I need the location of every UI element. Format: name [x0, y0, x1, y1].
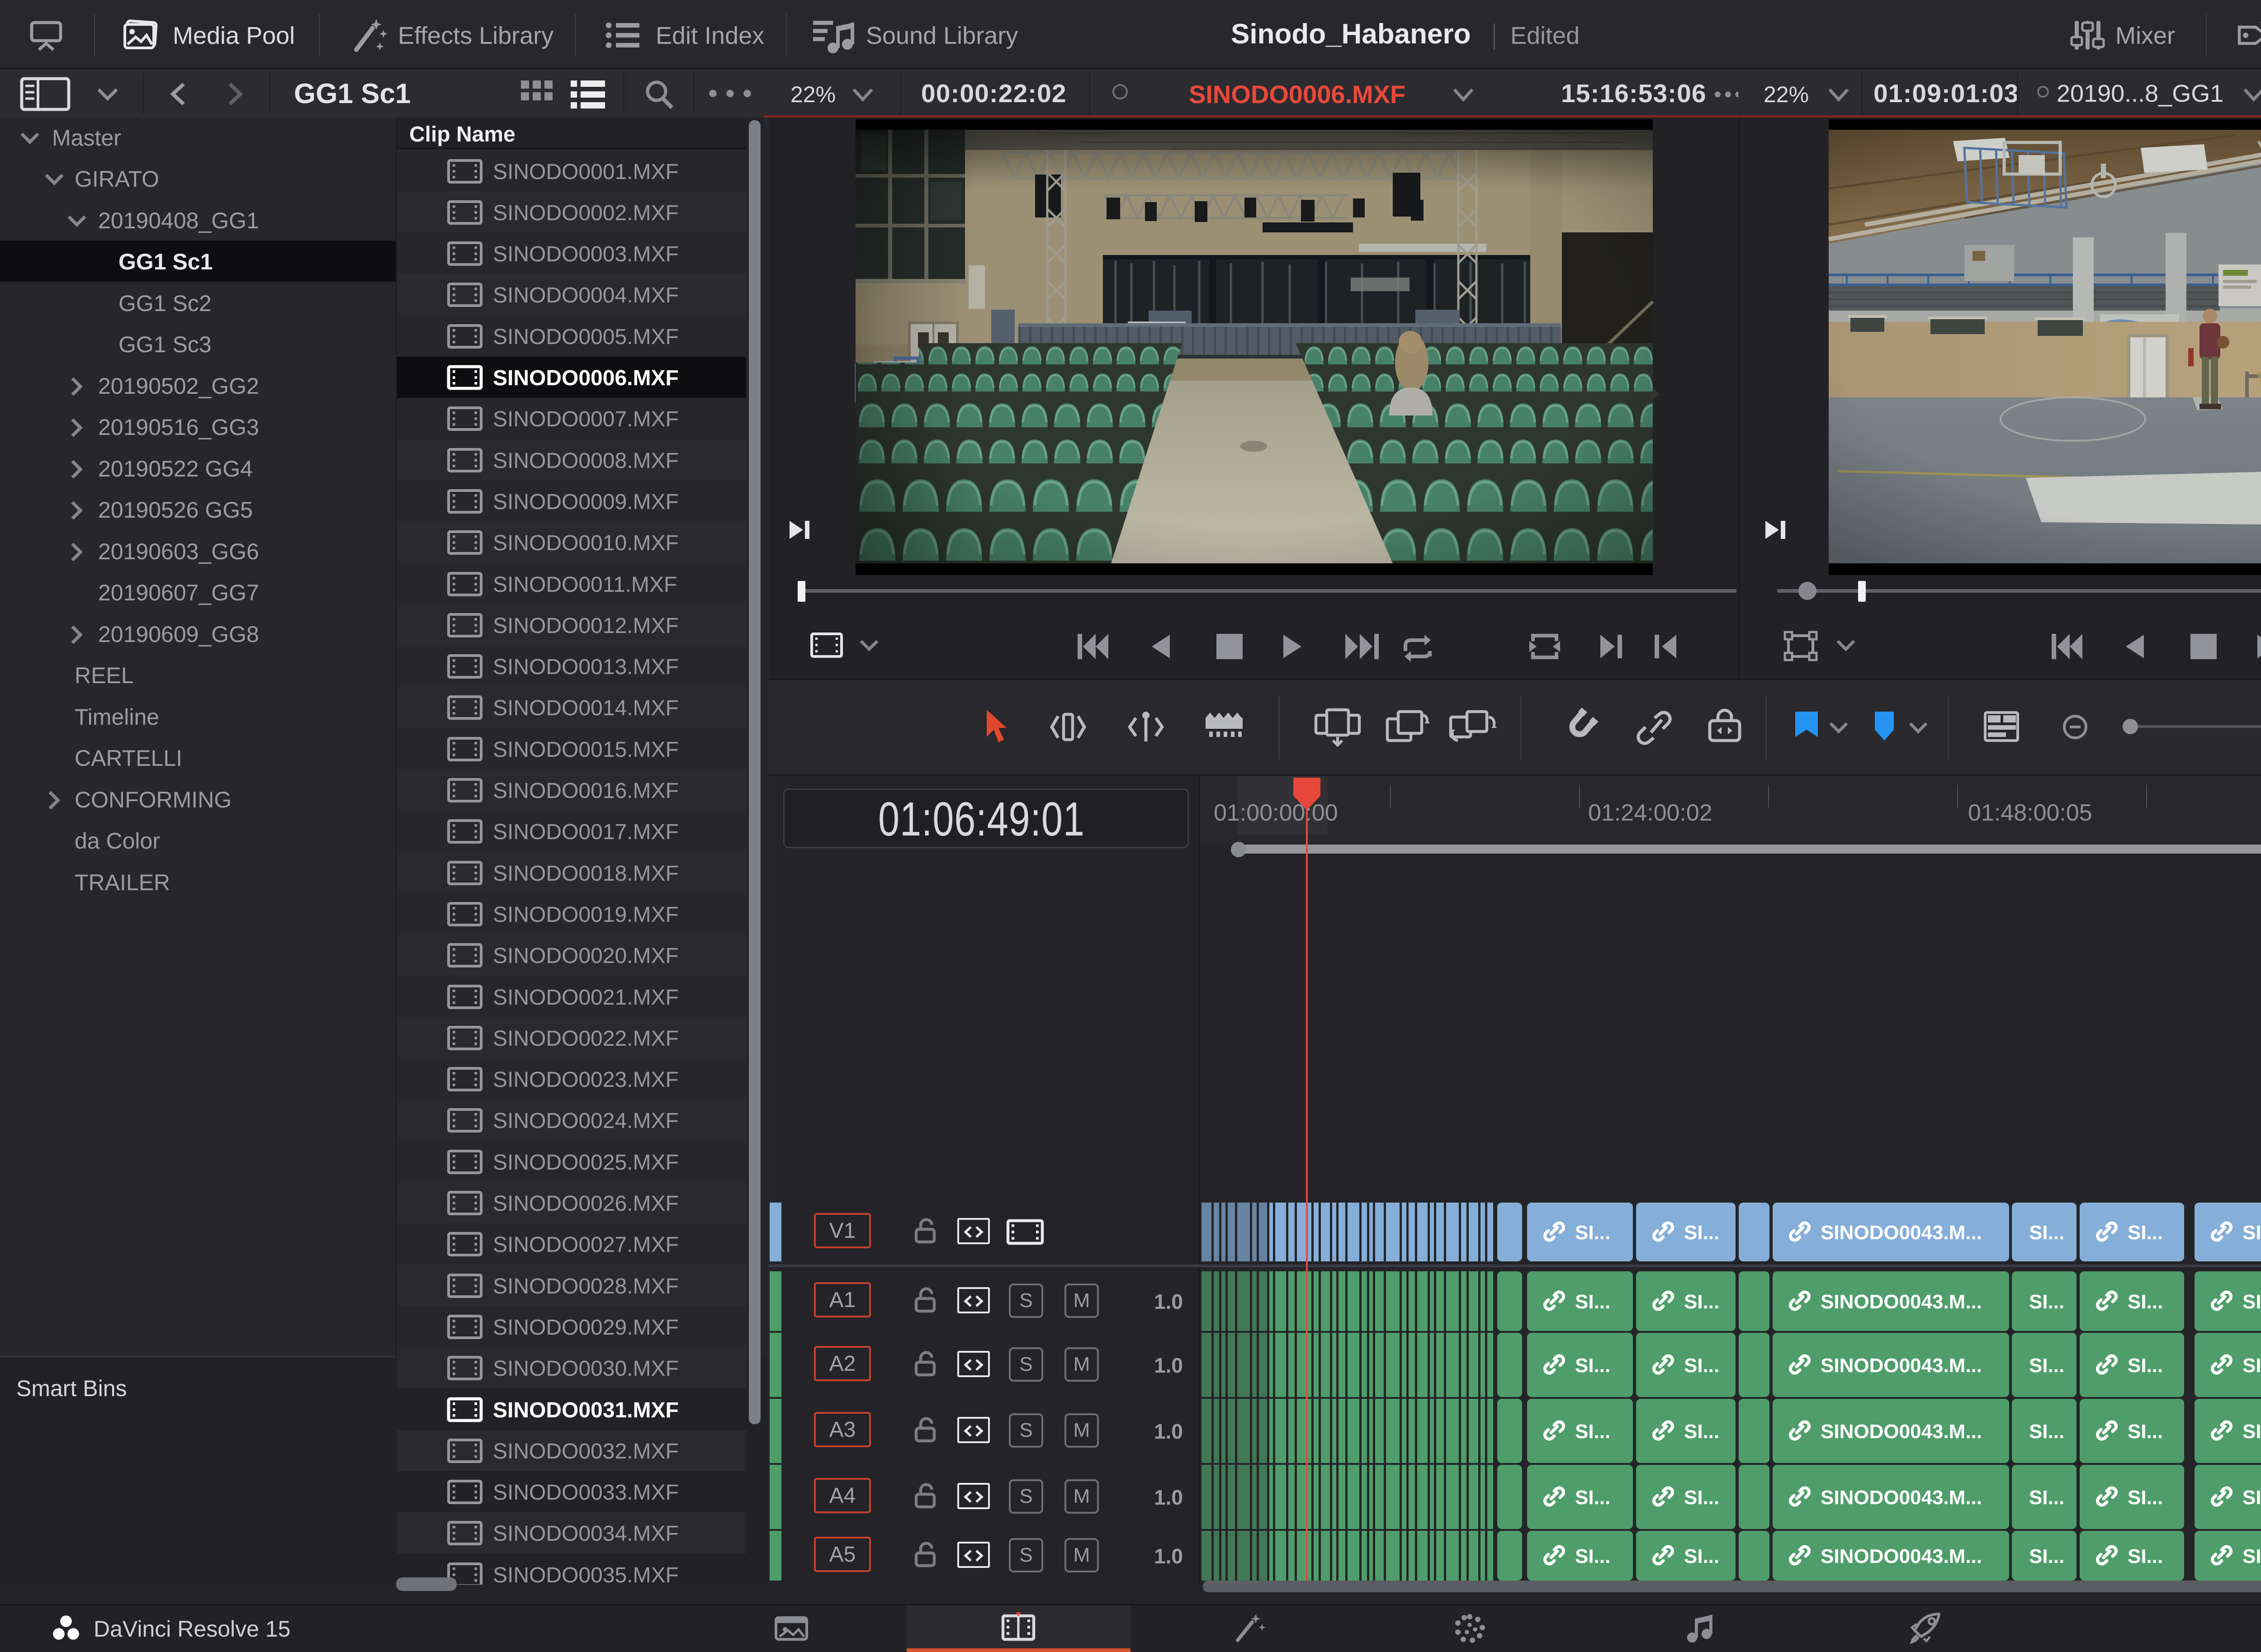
svg-text:SI...: SI... [2128, 1355, 2163, 1377]
svg-text:SI...: SI... [2242, 1421, 2261, 1443]
svg-text:SI...: SI... [2128, 1291, 2163, 1313]
svg-text:SI...: SI... [2128, 1421, 2163, 1443]
svg-text:SI...: SI... [2128, 1222, 2163, 1244]
svg-text:SI...: SI... [1684, 1222, 1719, 1244]
svg-text:SINODO0043.M...: SINODO0043.M... [1821, 1355, 1982, 1377]
svg-text:SI...: SI... [1684, 1291, 1719, 1313]
svg-text:SI...: SI... [1684, 1355, 1719, 1377]
svg-text:SI...: SI... [2029, 1487, 2064, 1509]
svg-text:SI...: SI... [1575, 1355, 1610, 1377]
svg-text:SINODO0043.M...: SINODO0043.M... [1821, 1545, 1982, 1567]
svg-text:SI...: SI... [2242, 1545, 2261, 1567]
svg-text:SI...: SI... [2242, 1355, 2261, 1377]
svg-text:SI...: SI... [2029, 1545, 2064, 1567]
svg-text:SI...: SI... [1575, 1545, 1610, 1567]
svg-text:SI...: SI... [1575, 1291, 1610, 1313]
svg-text:SINODO0043.M...: SINODO0043.M... [1821, 1222, 1982, 1244]
svg-text:SI...: SI... [1684, 1487, 1719, 1509]
svg-text:SI...: SI... [1684, 1421, 1719, 1443]
svg-text:SINODO0043.M...: SINODO0043.M... [1821, 1291, 1982, 1313]
svg-text:SI...: SI... [2242, 1291, 2261, 1313]
svg-text:SINODO0043.M...: SINODO0043.M... [1821, 1487, 1982, 1509]
svg-text:SI...: SI... [2242, 1222, 2261, 1244]
svg-text:SI...: SI... [2029, 1291, 2064, 1313]
svg-text:SI...: SI... [2029, 1421, 2064, 1443]
svg-text:SI...: SI... [2029, 1355, 2064, 1377]
svg-text:SI...: SI... [2128, 1545, 2163, 1567]
svg-text:SI...: SI... [1575, 1487, 1610, 1509]
svg-text:SI...: SI... [2242, 1487, 2261, 1509]
svg-text:SI...: SI... [2128, 1487, 2163, 1509]
svg-text:SI...: SI... [2029, 1222, 2064, 1244]
svg-text:SI...: SI... [1575, 1421, 1610, 1443]
svg-text:SI...: SI... [1575, 1222, 1610, 1244]
svg-text:SI...: SI... [1684, 1545, 1719, 1567]
svg-text:SINODO0043.M...: SINODO0043.M... [1821, 1421, 1982, 1443]
